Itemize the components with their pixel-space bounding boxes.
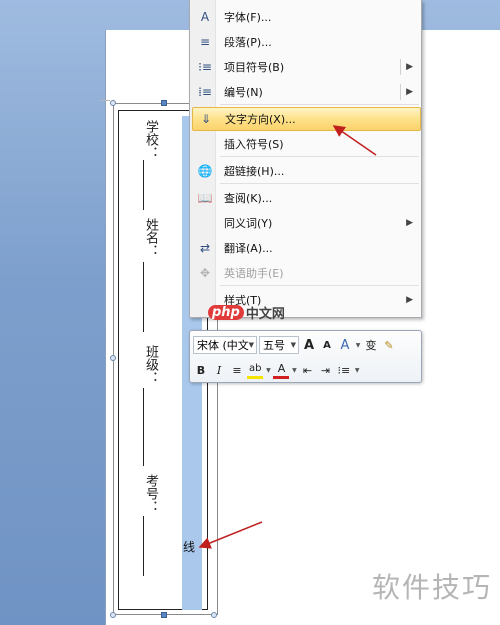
menu-item-label: 字体(F)... (224, 11, 272, 24)
english-assistant-icon: ✥ (199, 266, 211, 280)
menu-item-label: 文字方向(X)... (225, 113, 296, 126)
shrink-font-button[interactable]: A (319, 336, 335, 354)
menu-item-text-direction[interactable]: ⇓ 文字方向(X)... (192, 107, 421, 131)
submenu-arrow-icon: ▶ (406, 218, 413, 228)
context-menu: A 字体(F)... ≡ 段落(P)... ⁝≡ 项目符号(B) ▶ ⁞≡ 编号… (189, 0, 422, 318)
split-divider (400, 59, 401, 75)
font-color-button[interactable]: A (273, 361, 290, 379)
lookup-icon: 📖 (197, 191, 213, 205)
menu-item-hyperlink[interactable]: 🌐 超链接(H)... (192, 159, 421, 183)
split-divider (400, 84, 401, 100)
margin-mark (100, 100, 110, 101)
resize-handle-top[interactable] (161, 100, 167, 106)
submenu-arrow-icon: ▶ (406, 87, 413, 97)
center-align-button[interactable]: ≡ (229, 361, 245, 379)
format-painter-button[interactable]: ✎ (381, 336, 397, 354)
dropdown-arrow-icon: ▼ (290, 341, 296, 349)
bullets-icon: ⁝≡ (198, 60, 212, 74)
menu-item-synonyms[interactable]: 同义词(Y) ▶ (192, 211, 421, 235)
menu-separator (220, 104, 419, 105)
hyperlink-icon: 🌐 (197, 164, 213, 178)
php-logo-badge: php (208, 304, 244, 320)
resize-handle-bottom-right[interactable] (211, 612, 217, 618)
paragraph-icon: ≡ (199, 35, 211, 49)
font-name-value: 宋体 (中文 (197, 339, 249, 352)
resize-handle-left[interactable] (110, 355, 116, 361)
menu-item-lookup[interactable]: 📖 查阅(K)... (192, 186, 421, 210)
site-watermark: 软件技巧 (371, 571, 492, 604)
blank-icon (194, 133, 216, 155)
menu-item-label: 插入符号(S) (224, 138, 284, 151)
dropdown-arrow-icon[interactable]: ▼ (291, 361, 297, 379)
font-icon: A (200, 10, 210, 24)
menu-item-english-assistant: ✥ 英语助手(E) (192, 261, 421, 285)
menu-item-label: 英语助手(E) (224, 267, 284, 280)
translate-icon: ⇄ (199, 241, 211, 255)
field-underline (143, 388, 144, 466)
menu-item-bullets[interactable]: ⁝≡ 项目符号(B) ▶ (192, 55, 421, 79)
resize-handle-top-left[interactable] (110, 100, 116, 106)
menu-item-label: 查阅(K)... (224, 192, 273, 205)
menu-item-label: 项目符号(B) (224, 61, 285, 74)
font-size-value: 五号 (263, 339, 285, 352)
grow-font-button[interactable]: A (301, 336, 317, 354)
menu-item-label: 同义词(Y) (224, 217, 273, 230)
field-underline (143, 160, 144, 210)
menu-item-translate[interactable]: ⇄ 翻译(A)... (192, 236, 421, 260)
field-label-class: 班级： (143, 345, 158, 384)
phonetic-guide-button[interactable]: 变 (363, 336, 379, 354)
resize-handle-bottom[interactable] (161, 612, 167, 618)
mini-formatting-toolbar: 宋体 (中文 ▼ 五号 ▼ A A A ▼ 变 ✎ B I ≡ ab ▼ A ▼… (189, 330, 422, 383)
menu-item-numbering[interactable]: ⁞≡ 编号(N) ▶ (192, 80, 421, 104)
dropdown-arrow-icon[interactable]: ▼ (355, 336, 361, 354)
menu-item-font[interactable]: A 字体(F)... (192, 5, 421, 29)
text-direction-icon: ⇓ (200, 112, 212, 126)
menu-separator (220, 183, 419, 184)
bold-button[interactable]: B (193, 361, 209, 379)
resize-handle-bottom-left[interactable] (110, 612, 116, 618)
dropdown-arrow-icon: ▼ (248, 341, 254, 349)
field-label-school: 学校： (143, 120, 158, 159)
increase-indent-button[interactable]: ⇥ (317, 361, 333, 379)
dropdown-arrow-icon[interactable]: ▼ (265, 361, 271, 379)
field-underline (143, 262, 144, 332)
italic-button[interactable]: I (211, 361, 227, 379)
blank-icon (194, 212, 216, 234)
styles-button[interactable]: A (337, 336, 353, 354)
menu-item-label: 超链接(H)... (224, 165, 285, 178)
field-label-name: 姓名： (143, 218, 158, 257)
menu-item-paragraph[interactable]: ≡ 段落(P)... (192, 30, 421, 54)
menu-separator (220, 156, 419, 157)
field-underline (143, 516, 144, 576)
submenu-arrow-icon: ▶ (406, 62, 413, 72)
decrease-indent-button[interactable]: ⇤ (299, 361, 315, 379)
menu-item-label: 编号(N) (224, 86, 263, 99)
binding-line-text: 线 (183, 540, 196, 554)
highlight-button[interactable]: ab (247, 361, 264, 379)
field-label-exam-number: 考号： (143, 474, 158, 513)
submenu-arrow-icon: ▶ (406, 295, 413, 305)
php-logo-watermark: php 中文网 (208, 302, 285, 322)
menu-item-label: 段落(P)... (224, 36, 272, 49)
menu-separator (220, 285, 419, 286)
bullets-button[interactable]: ⁝≡ (335, 361, 352, 379)
numbering-icon: ⁞≡ (198, 85, 212, 99)
dropdown-arrow-icon[interactable]: ▼ (354, 361, 360, 379)
font-name-select[interactable]: 宋体 (中文 ▼ (193, 336, 257, 354)
php-logo-text: 中文网 (245, 306, 285, 322)
font-size-select[interactable]: 五号 ▼ (259, 336, 299, 354)
menu-item-insert-symbol[interactable]: 插入符号(S) (192, 132, 421, 156)
menu-item-label: 翻译(A)... (224, 242, 273, 255)
